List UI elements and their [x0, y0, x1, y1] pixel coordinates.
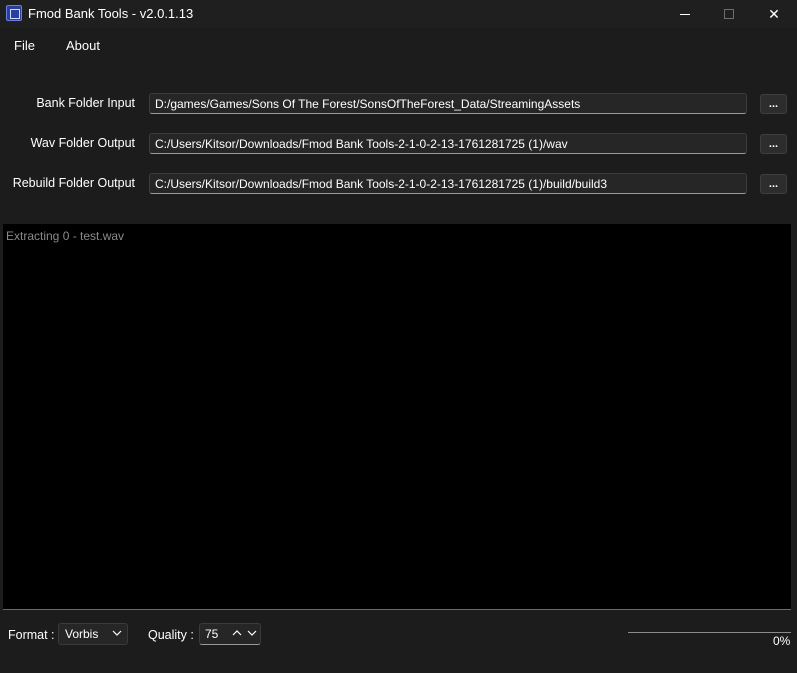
chevron-down-icon — [111, 626, 123, 643]
menu-bar: File About — [0, 28, 797, 64]
title-bar[interactable]: Fmod Bank Tools - v2.0.1.13 ✕ — [0, 0, 797, 28]
bank-folder-browse-button[interactable]: ... — [760, 94, 787, 114]
rebuild-folder-browse-button[interactable]: ... — [760, 174, 787, 194]
chevron-up-icon[interactable] — [231, 626, 243, 643]
bank-folder-input-label: Bank Folder Input — [36, 96, 135, 110]
wav-folder-output-field[interactable] — [149, 133, 747, 154]
bank-folder-input-field[interactable] — [149, 93, 747, 114]
wav-folder-output-label: Wav Folder Output — [30, 136, 135, 150]
log-line: Extracting 0 - test.wav — [6, 229, 125, 243]
menu-file[interactable]: File — [14, 38, 35, 53]
maximize-button[interactable] — [706, 0, 752, 28]
quality-spinbox[interactable]: 75 — [199, 623, 261, 645]
rebuild-folder-output-label: Rebuild Folder Output — [12, 176, 135, 190]
log-output[interactable]: Extracting 0 - test.wav — [3, 224, 791, 610]
progress-bar — [628, 632, 791, 633]
wav-folder-browse-button[interactable]: ... — [760, 134, 787, 154]
progress-text: 0% — [773, 634, 791, 648]
app-icon — [6, 5, 22, 21]
window-title: Fmod Bank Tools - v2.0.1.13 — [28, 6, 194, 21]
rebuild-folder-output-field[interactable] — [149, 173, 747, 194]
format-label: Format : — [8, 628, 55, 642]
minimize-button[interactable] — [662, 0, 708, 28]
minimize-icon — [680, 13, 690, 15]
menu-about[interactable]: About — [66, 38, 100, 53]
close-button[interactable]: ✕ — [751, 0, 797, 28]
close-icon: ✕ — [768, 5, 780, 22]
format-dropdown-value: Vorbis — [65, 627, 99, 641]
maximize-icon — [724, 9, 734, 19]
quality-label: Quality : — [148, 628, 194, 642]
format-dropdown[interactable]: Vorbis — [58, 623, 128, 645]
quality-value: 75 — [205, 627, 219, 641]
chevron-down-icon[interactable] — [246, 626, 258, 643]
